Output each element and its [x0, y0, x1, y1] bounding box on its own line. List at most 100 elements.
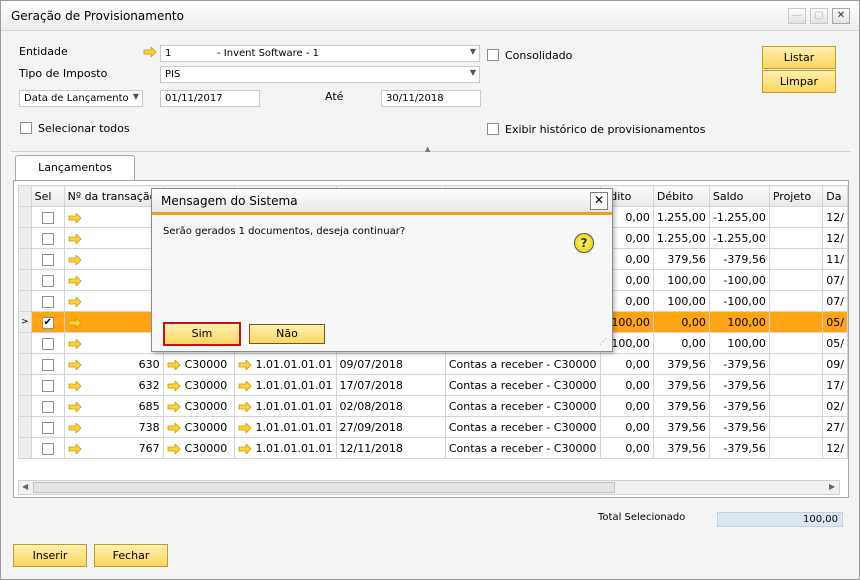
projeto-cell[interactable] — [768, 416, 824, 438]
link-arrow-icon[interactable] — [68, 274, 86, 287]
inserir-button[interactable]: Inserir — [13, 544, 87, 567]
row-checkbox[interactable] — [41, 253, 54, 266]
transacao-cell[interactable]: 6 — [63, 290, 164, 312]
link-arrow-icon[interactable] — [68, 379, 86, 392]
transacao-cell[interactable]: 6 — [63, 332, 164, 354]
sel-cell[interactable] — [30, 437, 65, 459]
table-row[interactable]: 685 C30000 1.01.01.01.01 02/08/2018 Contas a… — [18, 395, 848, 417]
transacao-cell[interactable]: 5 — [63, 269, 164, 291]
table-row[interactable]: 630 C30000 1.01.01.01.01 09/07/2018 Contas a… — [18, 353, 848, 375]
data-doc-cell[interactable]: 07/ — [822, 290, 848, 312]
data-doc-cell[interactable]: 11/ — [822, 248, 848, 270]
transacao-cell[interactable]: 685 — [63, 395, 164, 417]
row-checkbox[interactable] — [41, 442, 54, 455]
row-checkbox[interactable] — [41, 232, 54, 245]
debito-cell[interactable]: 379,56 — [652, 437, 710, 459]
row-checkbox[interactable] — [41, 421, 54, 434]
row-header[interactable] — [18, 332, 32, 354]
historico-checkbox[interactable] — [487, 123, 499, 135]
row-header[interactable] — [18, 269, 32, 291]
descricao-cell[interactable]: Contas a receber - C30000 — [444, 353, 601, 375]
credito-cell[interactable]: 0,00 — [599, 395, 654, 417]
credito-cell[interactable]: 0,00 — [599, 437, 654, 459]
row-checkbox[interactable] — [41, 211, 54, 224]
link-arrow-icon[interactable] — [68, 400, 86, 413]
col-header-saldo[interactable]: Saldo — [708, 185, 770, 207]
transacao-cell[interactable]: 767 — [63, 437, 164, 459]
link-arrow-icon[interactable] — [167, 421, 185, 434]
link-arrow-icon[interactable] — [238, 421, 256, 434]
splitter[interactable] — [11, 151, 851, 152]
descricao-cell[interactable]: Contas a receber - C30000 — [444, 437, 601, 459]
sel-cell[interactable] — [30, 269, 65, 291]
link-arrow-icon[interactable] — [68, 421, 86, 434]
col-header-data-doc[interactable]: Da — [822, 185, 848, 207]
row-header[interactable] — [18, 437, 32, 459]
row-checkbox[interactable] — [41, 358, 54, 371]
table-row[interactable]: 632 C30000 1.01.01.01.01 17/07/2018 Contas a… — [18, 374, 848, 396]
link-arrow-icon[interactable] — [68, 337, 86, 350]
data-cell[interactable]: 12/11/2018 — [335, 437, 446, 459]
data-doc-cell[interactable]: 05/ — [822, 311, 848, 333]
descricao-cell[interactable]: Contas a receber - C30000 — [444, 395, 601, 417]
date-from-input[interactable]: 01/11/2017 — [160, 90, 260, 107]
row-checkbox[interactable]: ✔ — [41, 316, 54, 329]
credito-cell[interactable]: 0,00 — [599, 416, 654, 438]
col-header-sel[interactable]: Sel — [30, 185, 65, 207]
dialog-close-button[interactable]: ✕ — [590, 192, 608, 210]
descricao-cell[interactable]: Contas a receber - C30000 — [444, 416, 601, 438]
data-doc-cell[interactable]: 27/ — [822, 416, 848, 438]
sel-cell[interactable] — [30, 416, 65, 438]
collapse-icon[interactable]: ▲ — [425, 145, 430, 153]
col-header-projeto[interactable]: Projeto — [768, 185, 824, 207]
projeto-cell[interactable] — [768, 248, 824, 270]
data-cell[interactable]: 09/07/2018 — [335, 353, 446, 375]
conta-cell[interactable]: C30000 — [162, 437, 235, 459]
projeto-cell[interactable] — [768, 353, 824, 375]
projeto-cell[interactable] — [768, 332, 824, 354]
scrollbar-thumb[interactable] — [33, 482, 615, 493]
projeto-cell[interactable] — [768, 227, 824, 249]
listar-button[interactable]: Listar — [762, 46, 836, 69]
entidade-select[interactable]: 1 - Invent Software - 1 ▼ — [160, 45, 480, 62]
debito-cell[interactable]: 379,56 — [652, 395, 710, 417]
sel-cell[interactable] — [30, 374, 65, 396]
row-header[interactable] — [18, 395, 32, 417]
row-header[interactable] — [18, 206, 32, 228]
saldo-cell[interactable]: -1.255,00 — [708, 206, 770, 228]
saldo-cell[interactable]: -379,56 — [708, 437, 770, 459]
tipo-imposto-select[interactable]: PIS ▼ — [160, 66, 480, 83]
debito-cell[interactable]: 379,56 — [652, 416, 710, 438]
saldo-cell[interactable]: 100,00 — [708, 311, 770, 333]
saldo-cell[interactable]: -1.255,00 — [708, 227, 770, 249]
row-checkbox[interactable] — [41, 337, 54, 350]
conta-cell[interactable]: C30000 — [162, 416, 235, 438]
debito-cell[interactable]: 1.255,00 — [652, 227, 710, 249]
close-window-button[interactable]: ✕ — [832, 8, 850, 24]
transacao-cell[interactable]: 6 — [63, 311, 164, 333]
link-arrow-icon[interactable] — [167, 379, 185, 392]
link-arrow-icon[interactable] — [238, 400, 256, 413]
debito-cell[interactable]: 379,56 — [652, 248, 710, 270]
saldo-cell[interactable]: -379,56 — [708, 353, 770, 375]
link-arrow-icon[interactable] — [68, 232, 86, 245]
projeto-cell[interactable] — [768, 395, 824, 417]
link-arrow-icon[interactable] — [68, 316, 86, 329]
data-doc-cell[interactable]: 07/ — [822, 269, 848, 291]
row-checkbox[interactable] — [41, 274, 54, 287]
saldo-cell[interactable]: -379,56 — [708, 248, 770, 270]
projeto-cell[interactable] — [768, 206, 824, 228]
tab-lancamentos[interactable]: Lançamentos — [15, 155, 135, 181]
link-arrow-icon[interactable] — [68, 211, 86, 224]
saldo-cell[interactable]: -379,56 — [708, 395, 770, 417]
debito-cell[interactable]: 0,00 — [652, 311, 710, 333]
data-cell[interactable]: 02/08/2018 — [335, 395, 446, 417]
sel-cell[interactable] — [30, 248, 65, 270]
transacao-cell[interactable]: 738 — [63, 416, 164, 438]
limpar-button[interactable]: Limpar — [762, 70, 836, 93]
maximize-button[interactable]: ▢ — [810, 8, 828, 24]
debito-cell[interactable]: 100,00 — [652, 290, 710, 312]
link-arrow-icon[interactable] — [68, 358, 86, 371]
row-header[interactable]: > — [18, 311, 32, 333]
data-doc-cell[interactable]: 09/ — [822, 353, 848, 375]
